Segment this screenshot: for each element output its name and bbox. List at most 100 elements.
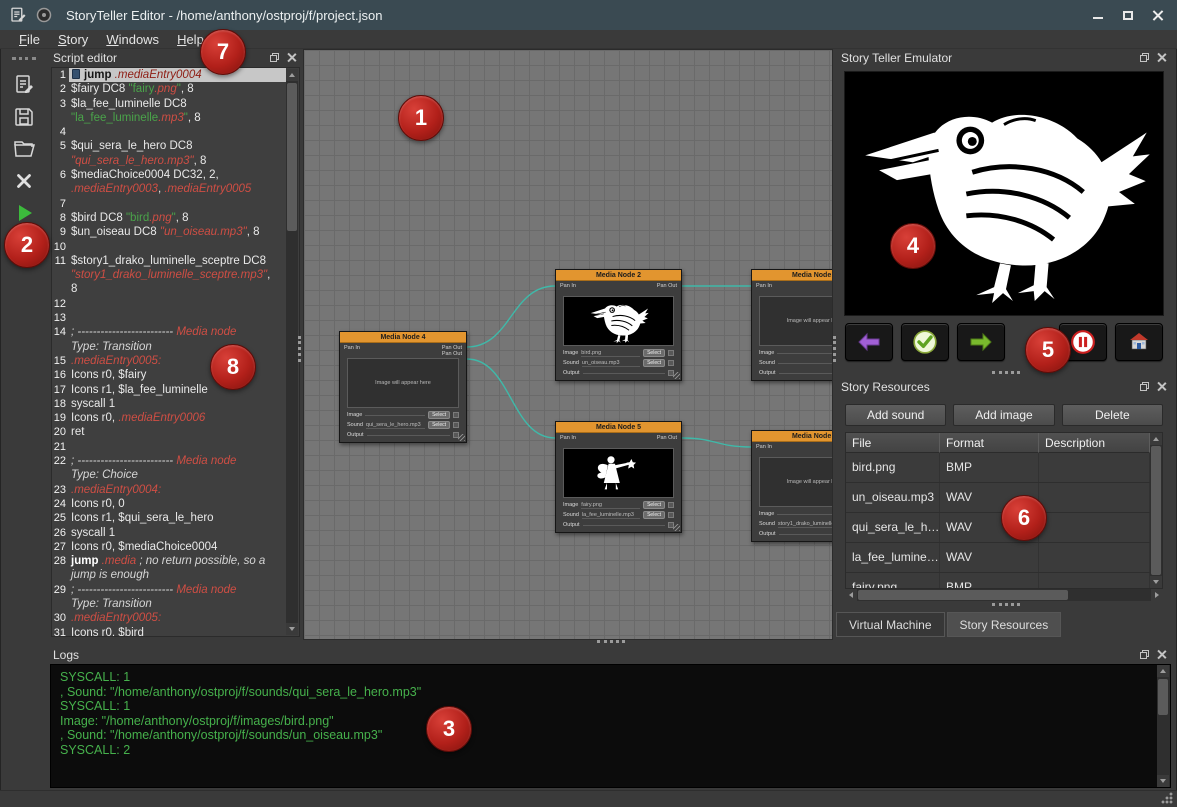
node-more-button[interactable]	[668, 512, 674, 518]
table-horizontal-scrollbar[interactable]	[845, 589, 1163, 601]
code-line[interactable]: 12	[52, 297, 299, 311]
column-header-description[interactable]: Description	[1039, 433, 1150, 453]
node-select-button[interactable]: Select	[643, 501, 665, 509]
media-node[interactable]: Media Node 6Pan InPan OutImage will appe…	[751, 430, 833, 542]
add-image-button[interactable]: Add image	[953, 404, 1054, 426]
open-button[interactable]	[8, 134, 40, 164]
code-line[interactable]: 14; ------------------------- Media node	[52, 325, 299, 339]
media-node[interactable]: Media Node 2Pan InPan Out Imagebird.pngS…	[555, 269, 682, 381]
media-node[interactable]: Media Node 3Pan InPan OutImage will appe…	[751, 269, 833, 381]
code-line[interactable]: "qui_sera_le_hero.mp3", 8	[52, 154, 299, 168]
code-line[interactable]: 23.mediaEntry0004:	[52, 483, 299, 497]
code-line[interactable]: 25Icons r1, $qui_sera_le_hero	[52, 511, 299, 525]
code-line[interactable]: 30.mediaEntry0005:	[52, 611, 299, 625]
splitter-handle-left[interactable]	[298, 336, 301, 362]
logs-output[interactable]: SYSCALL: 1, Sound: "/home/anthony/ostpro…	[50, 664, 1171, 788]
node-resize-grip[interactable]	[673, 524, 680, 531]
node-more-button[interactable]	[668, 502, 674, 508]
node-more-button[interactable]	[668, 350, 674, 356]
node-select-button[interactable]: Select	[428, 421, 450, 429]
dock-close-button[interactable]	[286, 52, 297, 63]
pan-out-pin[interactable]: Pan Out	[442, 351, 462, 357]
minimize-button[interactable]	[1083, 4, 1113, 26]
emulator-back-button[interactable]	[845, 323, 893, 361]
code-line[interactable]: 22; ------------------------- Media node	[52, 454, 299, 468]
tab-story-resources[interactable]: Story Resources	[947, 612, 1062, 637]
media-node[interactable]: Media Node 4Pan InPan OutPan OutImage wi…	[339, 331, 467, 443]
scroll-down-arrow[interactable]	[1150, 576, 1162, 588]
node-select-button[interactable]: Select	[643, 359, 665, 367]
code-line[interactable]: Type: Choice	[52, 468, 299, 482]
splitter-handle-resources[interactable]	[992, 603, 1020, 606]
node-more-button[interactable]	[453, 422, 459, 428]
script-editor[interactable]: 1jump .mediaEntry00042$fairy DC8 "fairy.…	[51, 67, 300, 637]
menu-item-story[interactable]: Story	[49, 30, 97, 49]
table-row[interactable]: un_oiseau.mp3WAV	[846, 483, 1150, 513]
scroll-down-arrow[interactable]	[286, 623, 298, 635]
scroll-up-arrow[interactable]	[1150, 433, 1162, 445]
code-line[interactable]: 6$mediaChoice0004 DC32, 2,	[52, 168, 299, 182]
node-resize-grip[interactable]	[458, 434, 465, 441]
delete-button[interactable]: Delete	[1062, 404, 1163, 426]
code-line[interactable]: Type: Transition	[52, 340, 299, 354]
dock-float-button[interactable]	[1139, 52, 1150, 63]
code-line[interactable]: 17Icons r1, $la_fee_luminelle	[52, 383, 299, 397]
code-line[interactable]: 2$fairy DC8 "fairy.png", 8	[52, 82, 299, 96]
code-line[interactable]: 1jump .mediaEntry0004	[52, 68, 299, 82]
add-sound-button[interactable]: Add sound	[845, 404, 946, 426]
node-select-button[interactable]: Select	[643, 511, 665, 519]
splitter-handle-bottom[interactable]	[597, 640, 625, 643]
scroll-right-arrow[interactable]	[1151, 589, 1163, 601]
dock-float-button[interactable]	[1139, 649, 1150, 660]
table-row[interactable]: qui_sera_le_h…WAV	[846, 513, 1150, 543]
code-line[interactable]: 10	[52, 240, 299, 254]
maximize-button[interactable]	[1113, 4, 1143, 26]
code-line[interactable]: "story1_drako_luminelle_sceptre.mp3",	[52, 268, 299, 282]
code-line[interactable]: 9$un_oiseau DC8 "un_oiseau.mp3", 8	[52, 225, 299, 239]
table-row[interactable]: bird.pngBMP	[846, 453, 1150, 483]
emulator-ok-button[interactable]	[901, 323, 949, 361]
code-line[interactable]: 13	[52, 311, 299, 325]
scroll-up-arrow[interactable]	[286, 69, 298, 81]
code-line[interactable]: 16Icons r0, $fairy	[52, 368, 299, 382]
code-line[interactable]: 3$la_fee_luminelle DC8	[52, 97, 299, 111]
table-row[interactable]: la_fee_lumine…WAV	[846, 543, 1150, 573]
h-scrollbar-thumb[interactable]	[858, 590, 1068, 600]
code-line[interactable]: 31Icons r0, $bird	[52, 626, 299, 637]
code-line[interactable]: 8	[52, 282, 299, 296]
pan-in-pin[interactable]: Pan In	[560, 283, 576, 289]
close-project-button[interactable]	[8, 166, 40, 196]
emulator-home-button[interactable]	[1115, 323, 1163, 361]
node-canvas[interactable]: Media Node 4Pan InPan OutPan OutImage wi…	[303, 49, 833, 640]
dock-float-button[interactable]	[269, 52, 280, 63]
node-more-button[interactable]	[668, 360, 674, 366]
emulator-next-button[interactable]	[957, 323, 1005, 361]
code-line[interactable]: 29; ------------------------- Media node	[52, 583, 299, 597]
code-line[interactable]: 26syscall 1	[52, 526, 299, 540]
dock-close-button[interactable]	[1156, 52, 1167, 63]
node-more-button[interactable]	[453, 412, 459, 418]
menu-item-windows[interactable]: Windows	[97, 30, 168, 49]
scroll-down-arrow[interactable]	[1157, 775, 1169, 787]
emulator-dock-title[interactable]: Story Teller Emulator	[836, 49, 1172, 66]
code-line[interactable]: 19Icons r0, .mediaEntry0006	[52, 411, 299, 425]
column-header-file[interactable]: File	[846, 433, 940, 453]
resources-dock-title[interactable]: Story Resources	[836, 378, 1172, 395]
code-line[interactable]: 7	[52, 197, 299, 211]
scroll-up-arrow[interactable]	[1157, 665, 1169, 677]
code-line[interactable]: 5$qui_sera_le_hero DC8	[52, 139, 299, 153]
pan-in-pin[interactable]: Pan In	[560, 435, 576, 441]
code-line[interactable]: 15.mediaEntry0005:	[52, 354, 299, 368]
node-select-button[interactable]: Select	[428, 411, 450, 419]
pan-out-pin[interactable]: Pan Out	[657, 435, 677, 441]
code-line[interactable]: 20ret	[52, 425, 299, 439]
editor-scrollbar[interactable]	[286, 69, 298, 635]
toolbar-handle[interactable]	[12, 57, 36, 60]
code-line[interactable]: 4	[52, 125, 299, 139]
code-line[interactable]: 27Icons r0, $mediaChoice0004	[52, 540, 299, 554]
code-line[interactable]: "la_fee_luminelle.mp3", 8	[52, 111, 299, 125]
close-button[interactable]	[1143, 4, 1173, 26]
logs-scrollbar-thumb[interactable]	[1158, 679, 1168, 715]
logs-scrollbar[interactable]	[1157, 665, 1170, 787]
code-line[interactable]: 24Icons r0, 0	[52, 497, 299, 511]
